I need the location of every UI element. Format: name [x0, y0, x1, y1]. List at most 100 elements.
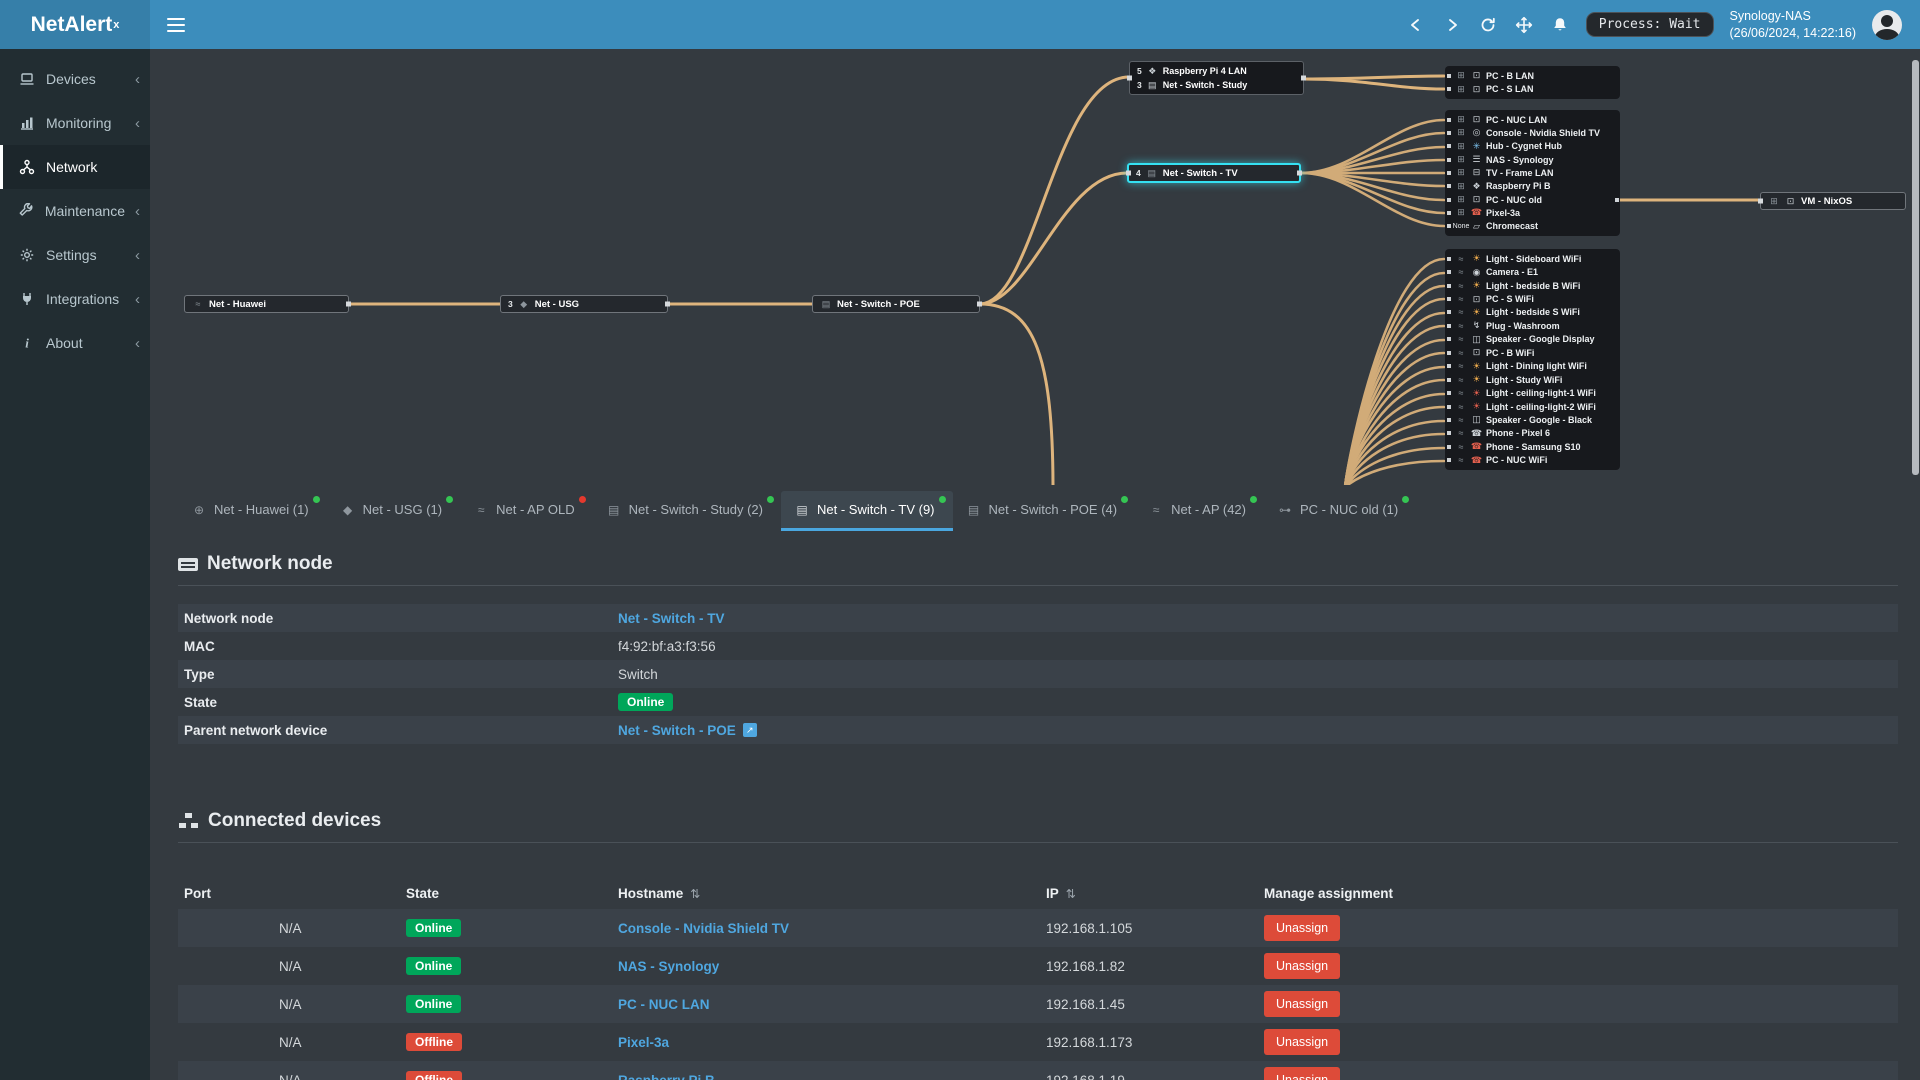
node-net-huawei[interactable]: Net - Huawei — [184, 295, 349, 313]
connection-type-icon — [1455, 402, 1467, 412]
connection-type-icon — [1455, 154, 1467, 165]
node-tab[interactable]: Net - Switch - TV (9) — [781, 491, 953, 531]
user-avatar[interactable] — [1872, 9, 1902, 40]
node-tab[interactable]: Net - Huawei (1) — [178, 491, 327, 531]
sidebar-item-integrations[interactable]: Integrations — [0, 277, 150, 321]
topology-device-row[interactable]: PC - S WiFi — [1445, 294, 1620, 305]
table-row: N/A Online NAS - Synology 192.168.1.82 U… — [178, 947, 1898, 985]
notifications-bell-icon[interactable] — [1550, 15, 1570, 35]
node-net-usg[interactable]: 3 Net - USG — [500, 295, 668, 313]
node-net-switch-study[interactable]: 3 Net - Switch - Study — [1130, 80, 1303, 91]
topology-device-row[interactable]: Pixel-3a — [1445, 207, 1620, 218]
sort-icon[interactable] — [1066, 886, 1076, 901]
node-tab[interactable]: Net - Switch - Study (2) — [593, 491, 781, 531]
topology-device-row[interactable]: Camera - E1 — [1445, 267, 1620, 278]
unassign-button[interactable]: Unassign — [1264, 915, 1341, 941]
back-icon[interactable] — [1406, 15, 1426, 35]
hostname-link[interactable]: NAS - Synology — [618, 959, 719, 974]
topology-device-row[interactable]: NAS - Synology — [1445, 154, 1620, 165]
sidebar-item-devices[interactable]: Devices — [0, 57, 150, 101]
topology-device-row[interactable]: PC - B LAN — [1445, 70, 1620, 81]
tab-icon — [795, 503, 809, 517]
topology-device-row[interactable]: Chromecast — [1445, 221, 1620, 232]
topology-device-row[interactable]: Light - ceiling-light-1 WiFi — [1445, 388, 1620, 399]
topology-device-row[interactable]: PC - NUC old — [1445, 194, 1620, 205]
status-badge: Online — [406, 957, 462, 975]
app-logo[interactable]: NetAlert x — [0, 0, 150, 49]
refresh-icon[interactable] — [1478, 15, 1498, 35]
sort-icon[interactable] — [690, 886, 700, 901]
status-dot — [1250, 496, 1257, 503]
hostname-link[interactable]: Console - Nvidia Shield TV — [618, 921, 789, 936]
node-net-switch-tv-selected[interactable]: 4 Net - Switch - TV — [1127, 163, 1301, 183]
topology-device-row[interactable]: Light - ceiling-light-2 WiFi — [1445, 401, 1620, 412]
main-content: Net - Huawei 3 Net - USG Net - Switch - … — [150, 49, 1920, 1080]
topology-device-row[interactable]: PC - S LAN — [1445, 84, 1620, 95]
topology-device-row[interactable]: Phone - Pixel 6 — [1445, 428, 1620, 439]
topology-device-row[interactable]: Raspberry Pi B — [1445, 181, 1620, 192]
topology-device-row[interactable]: Phone - Samsung S10 — [1445, 441, 1620, 452]
hostname-link[interactable]: Raspberry Pi B — [618, 1073, 715, 1080]
node-tabs: Net - Huawei (1) Net - USG (1) Net - AP … — [178, 491, 1920, 531]
node-vm-nixos[interactable]: VM - NixOS — [1760, 192, 1906, 210]
hostname-link[interactable]: Pixel-3a — [618, 1035, 669, 1050]
sidebar-item-settings[interactable]: Settings — [0, 233, 150, 277]
topology-device-row[interactable]: Light - Dining light WiFi — [1445, 361, 1620, 372]
connected-devices-icon — [178, 813, 199, 829]
sidebar-item-monitoring[interactable]: Monitoring — [0, 101, 150, 145]
node-tab[interactable]: Net - AP (42) — [1135, 491, 1264, 531]
shield-icon — [518, 299, 530, 310]
topology-device-row[interactable]: TV - Frame LAN — [1445, 167, 1620, 178]
detail-row-parent: Parent network device Net - Switch - POE — [178, 716, 1898, 744]
unassign-button[interactable]: Unassign — [1264, 991, 1341, 1017]
node-tab[interactable]: Net - USG (1) — [327, 491, 460, 531]
move-icon[interactable] — [1514, 15, 1534, 35]
node-label: Net - Switch - TV — [1162, 167, 1238, 179]
chevron-icon — [135, 247, 140, 264]
connection-type-icon — [1455, 321, 1467, 331]
device-type-icon — [1471, 280, 1482, 291]
column-header-ip: IP — [1046, 886, 1264, 901]
parent-node-link[interactable]: Net - Switch - POE — [618, 723, 736, 738]
switch-icon — [1147, 80, 1158, 91]
external-link-icon[interactable] — [742, 723, 757, 737]
topology-device-row[interactable]: Speaker - Google Display — [1445, 334, 1620, 345]
node-label: VM - NixOS — [1801, 195, 1853, 207]
topology-device-row[interactable]: Light - bedside S WiFi — [1445, 307, 1620, 318]
process-status-badge: Process: Wait — [1585, 12, 1714, 37]
topology-device-row[interactable]: Light - Study WiFi — [1445, 374, 1620, 385]
topology-device-row[interactable]: Plug - Washroom — [1445, 320, 1620, 331]
topology-device-row[interactable]: Light - bedside B WiFi — [1445, 280, 1620, 291]
device-name: Speaker - Google - Black — [1486, 414, 1593, 425]
sidebar-item-label: Monitoring — [46, 115, 112, 131]
unassign-button[interactable]: Unassign — [1264, 1067, 1341, 1080]
network-node-link[interactable]: Net - Switch - TV — [618, 611, 725, 626]
forward-icon[interactable] — [1442, 15, 1462, 35]
node-label: Net - USG — [534, 298, 580, 310]
hostname-link[interactable]: PC - NUC LAN — [618, 997, 710, 1012]
node-raspberry-pi4-lan[interactable]: 5 Raspberry Pi 4 LAN — [1130, 66, 1303, 77]
topology-device-row[interactable]: PC - NUC WiFi — [1445, 455, 1620, 466]
node-net-switch-poe[interactable]: Net - Switch - POE — [812, 295, 980, 313]
node-tab[interactable]: PC - NUC old (1) — [1264, 491, 1416, 531]
server-info: Synology-NAS (26/06/2024, 14:22:16) — [1730, 8, 1857, 42]
topology-device-row[interactable]: PC - B WiFi — [1445, 347, 1620, 358]
unassign-button[interactable]: Unassign — [1264, 1029, 1341, 1055]
vertical-scrollbar[interactable] — [1912, 60, 1919, 475]
sidebar-item-network[interactable]: Network — [0, 145, 150, 189]
node-tab[interactable]: Net - AP OLD — [460, 491, 593, 531]
topology-device-row[interactable]: Hub - Cygnet Hub — [1445, 141, 1620, 152]
device-name: PC - B LAN — [1486, 70, 1534, 81]
top-bar: NetAlert x Process: Wait Synology-NAS (26 — [0, 0, 1920, 49]
hamburger-menu-button[interactable] — [150, 0, 202, 49]
sidebar-item-maintenance[interactable]: Maintenance — [0, 189, 150, 233]
sidebar-item-about[interactable]: i About — [0, 321, 150, 365]
topology-device-row[interactable]: Speaker - Google - Black — [1445, 414, 1620, 425]
node-group-rpi4-study[interactable]: 5 Raspberry Pi 4 LAN 3 Net - Switch - St… — [1129, 61, 1304, 95]
topology-device-row[interactable]: PC - NUC LAN — [1445, 114, 1620, 125]
node-tab[interactable]: Net - Switch - POE (4) — [953, 491, 1136, 531]
detail-row-type: Type Switch — [178, 660, 1898, 688]
topology-device-row[interactable]: Light - Sideboard WiFi — [1445, 253, 1620, 264]
unassign-button[interactable]: Unassign — [1264, 953, 1341, 979]
topology-device-row[interactable]: Console - Nvidia Shield TV — [1445, 127, 1620, 138]
